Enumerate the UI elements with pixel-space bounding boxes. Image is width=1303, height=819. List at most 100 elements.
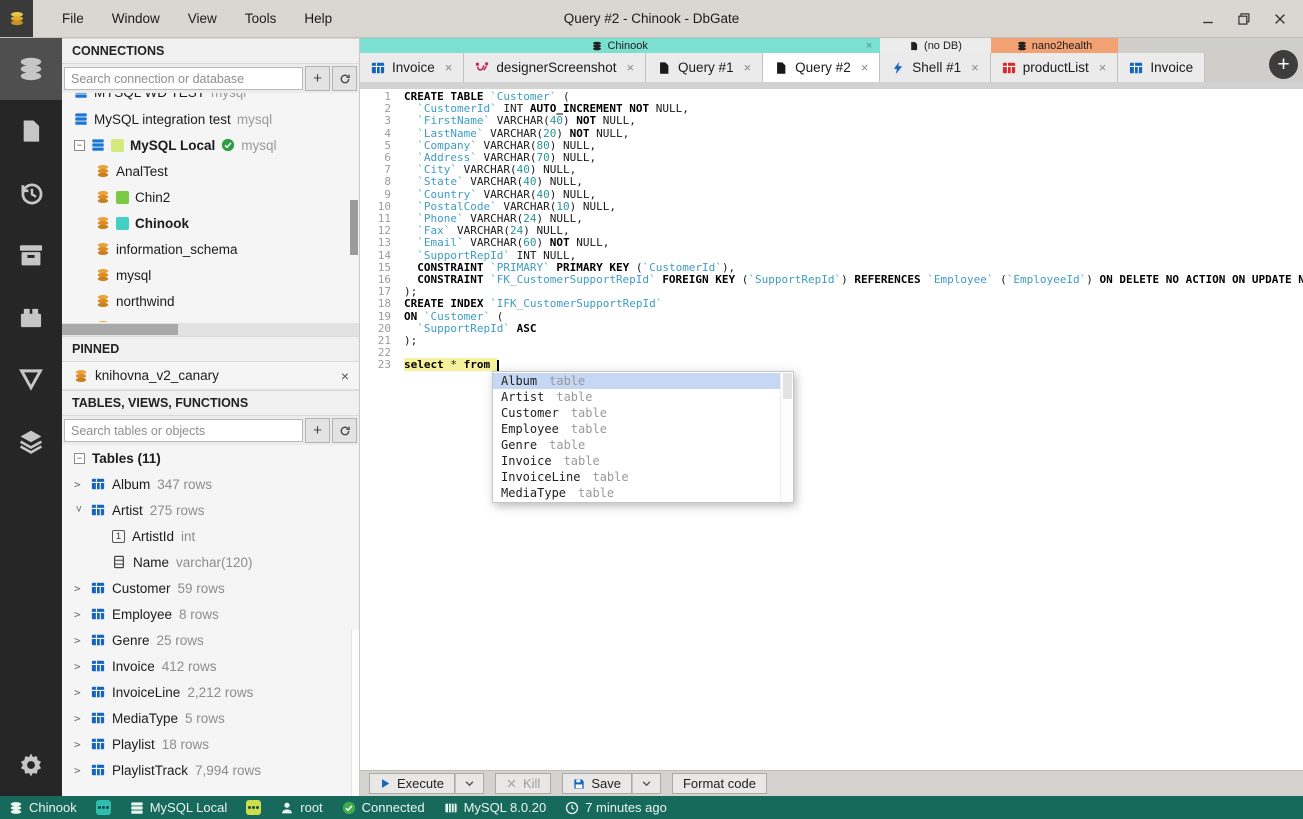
connection-item-active[interactable]: − MySQL Local mysql <box>62 132 359 158</box>
code-line: select * from <box>404 358 1303 372</box>
tab-productlist[interactable]: productList × <box>990 53 1119 82</box>
autocomplete-item-Employee[interactable]: Employee table <box>493 421 780 437</box>
new-tab-button[interactable]: + <box>1269 50 1298 79</box>
chevron-right-icon[interactable]: > <box>74 738 84 751</box>
chevron-right-icon[interactable]: > <box>74 764 84 777</box>
close-button[interactable] <box>1273 12 1287 26</box>
rail-item-history[interactable] <box>0 162 62 224</box>
column-item-ArtistId[interactable]: 1 ArtistId int <box>62 523 359 549</box>
rail-item-database[interactable] <box>0 38 62 100</box>
restore-button[interactable] <box>1237 12 1251 26</box>
tab-designerscreenshot[interactable]: designerScreenshot × <box>464 53 647 82</box>
connections-header[interactable]: CONNECTIONS <box>62 38 359 64</box>
rail-item-cells[interactable] <box>0 410 62 472</box>
refresh-connections-button[interactable] <box>332 66 357 91</box>
kill-button[interactable]: Kill <box>494 773 552 794</box>
autocomplete-item-Album[interactable]: Album table <box>493 373 780 389</box>
add-connection-button[interactable]: + <box>305 66 330 91</box>
tables-group-row[interactable]: − Tables (11) <box>62 445 359 471</box>
close-tab-icon[interactable]: × <box>744 60 752 75</box>
database-item-Chinook[interactable]: Chinook <box>62 210 359 236</box>
rail-item-archive[interactable] <box>0 224 62 286</box>
pinned-item-knihovna_v2_canary[interactable]: knihovna_v2_canary × <box>62 362 359 390</box>
table-item-PlaylistTrack[interactable]: > PlaylistTrack 7,994 rows <box>62 757 359 783</box>
refresh-tables-button[interactable] <box>332 418 357 443</box>
autocomplete-scrollbar[interactable] <box>780 372 793 502</box>
chevron-down-icon[interactable]: > <box>73 505 86 515</box>
table-item-Customer[interactable]: > Customer 59 rows <box>62 575 359 601</box>
rail-item-plugins[interactable] <box>0 286 62 348</box>
table-item-Playlist[interactable]: > Playlist 18 rows <box>62 731 359 757</box>
execute-dropdown-button[interactable] <box>454 773 484 794</box>
tab-shell-1[interactable]: Shell #1 × <box>880 53 991 82</box>
tables-header[interactable]: TABLES, VIEWS, FUNCTIONS <box>62 390 359 416</box>
editor-splitter[interactable] <box>360 82 1303 89</box>
close-group-icon[interactable]: × <box>866 40 872 52</box>
tab-query-1[interactable]: Query #1 × <box>646 53 764 82</box>
database-item-mysql[interactable]: mysql <box>62 262 359 288</box>
save-button[interactable]: Save <box>562 773 632 794</box>
database-item-performance_schema[interactable]: performance_schema <box>62 314 359 322</box>
close-tab-icon[interactable]: × <box>626 60 634 75</box>
autocomplete-item-MediaType[interactable]: MediaType table <box>493 485 780 501</box>
tab-invoice[interactable]: Invoice <box>1118 53 1206 82</box>
close-tab-icon[interactable]: × <box>1099 60 1107 75</box>
column-item-Name[interactable]: Name varchar(120) <box>62 549 359 575</box>
database-item-Chin2[interactable]: Chin2 <box>62 184 359 210</box>
close-tab-icon[interactable]: × <box>971 60 979 75</box>
tables-search-input[interactable] <box>64 419 303 442</box>
add-object-button[interactable]: + <box>305 418 330 443</box>
dbgate-logo-icon <box>9 11 25 27</box>
menu-help[interactable]: Help <box>291 7 345 30</box>
connection-item-clipped[interactable]: MYSQL WD TESTmysql <box>62 93 359 105</box>
chevron-right-icon[interactable]: > <box>74 582 84 595</box>
collapse-icon[interactable]: − <box>74 452 85 464</box>
chevron-right-icon[interactable]: > <box>74 634 84 647</box>
database-item-northwind[interactable]: northwind <box>62 288 359 314</box>
table-item-Employee[interactable]: > Employee 8 rows <box>62 601 359 627</box>
autocomplete-item-InvoiceLine[interactable]: InvoiceLine table <box>493 469 780 485</box>
format-code-button[interactable]: Format code <box>671 773 767 794</box>
table-item-MediaType[interactable]: > MediaType 5 rows <box>62 705 359 731</box>
connections-search-input[interactable] <box>64 67 303 90</box>
save-dropdown-button[interactable] <box>631 773 661 794</box>
autocomplete-item-Customer[interactable]: Customer table <box>493 405 780 421</box>
table-item-Album[interactable]: > Album 347 rows <box>62 471 359 497</box>
menu-window[interactable]: Window <box>99 7 173 30</box>
sql-editor[interactable]: 1 2 3 4 5 6 7 8 9 10 11 12 13 14 15 16 17 18 19 20 21 22 23 CR… <box>360 82 1303 770</box>
rail-item-file[interactable] <box>0 100 62 162</box>
chevron-right-icon[interactable]: > <box>74 608 84 621</box>
chevron-right-icon[interactable]: > <box>74 478 84 491</box>
table-item-Invoice[interactable]: > Invoice 412 rows <box>62 653 359 679</box>
chevron-right-icon[interactable]: > <box>74 712 84 725</box>
menu-view[interactable]: View <box>175 7 230 30</box>
table-item-Artist[interactable]: > Artist 275 rows <box>62 497 359 523</box>
database-item-information_schema[interactable]: information_schema <box>62 236 359 262</box>
table-item-Genre[interactable]: > Genre 25 rows <box>62 627 359 653</box>
rail-item-query-designer[interactable] <box>0 348 62 410</box>
refresh-icon <box>339 425 351 437</box>
menu-tools[interactable]: Tools <box>232 7 290 30</box>
rail-item-settings[interactable] <box>0 734 62 796</box>
tables-vertical-scrollbar[interactable] <box>351 630 359 796</box>
tab-query-2[interactable]: Query #2 × <box>763 53 881 82</box>
execute-button[interactable]: Execute <box>369 773 455 794</box>
table-item-InvoiceLine[interactable]: > InvoiceLine 2,212 rows <box>62 679 359 705</box>
menu-file[interactable]: File <box>49 7 97 30</box>
pinned-header[interactable]: PINNED <box>62 336 359 362</box>
minimize-button[interactable] <box>1201 12 1215 26</box>
close-tab-icon[interactable]: × <box>445 60 453 75</box>
autocomplete-item-Genre[interactable]: Genre table <box>493 437 780 453</box>
collapse-icon[interactable]: − <box>74 139 85 151</box>
chevron-right-icon[interactable]: > <box>74 660 84 673</box>
close-tab-icon[interactable]: × <box>861 60 869 75</box>
tab-invoice[interactable]: Invoice × <box>360 53 465 82</box>
connections-vertical-scrollbar[interactable] <box>350 200 358 255</box>
connections-horizontal-scrollbar[interactable] <box>62 323 359 336</box>
autocomplete-item-Artist[interactable]: Artist table <box>493 389 780 405</box>
unpin-icon[interactable]: × <box>341 368 349 384</box>
autocomplete-item-Invoice[interactable]: Invoice table <box>493 453 780 469</box>
database-item-AnalTest[interactable]: AnalTest <box>62 158 359 184</box>
connection-item[interactable]: MySQL integration test mysql <box>62 106 359 132</box>
chevron-right-icon[interactable]: > <box>74 686 84 699</box>
